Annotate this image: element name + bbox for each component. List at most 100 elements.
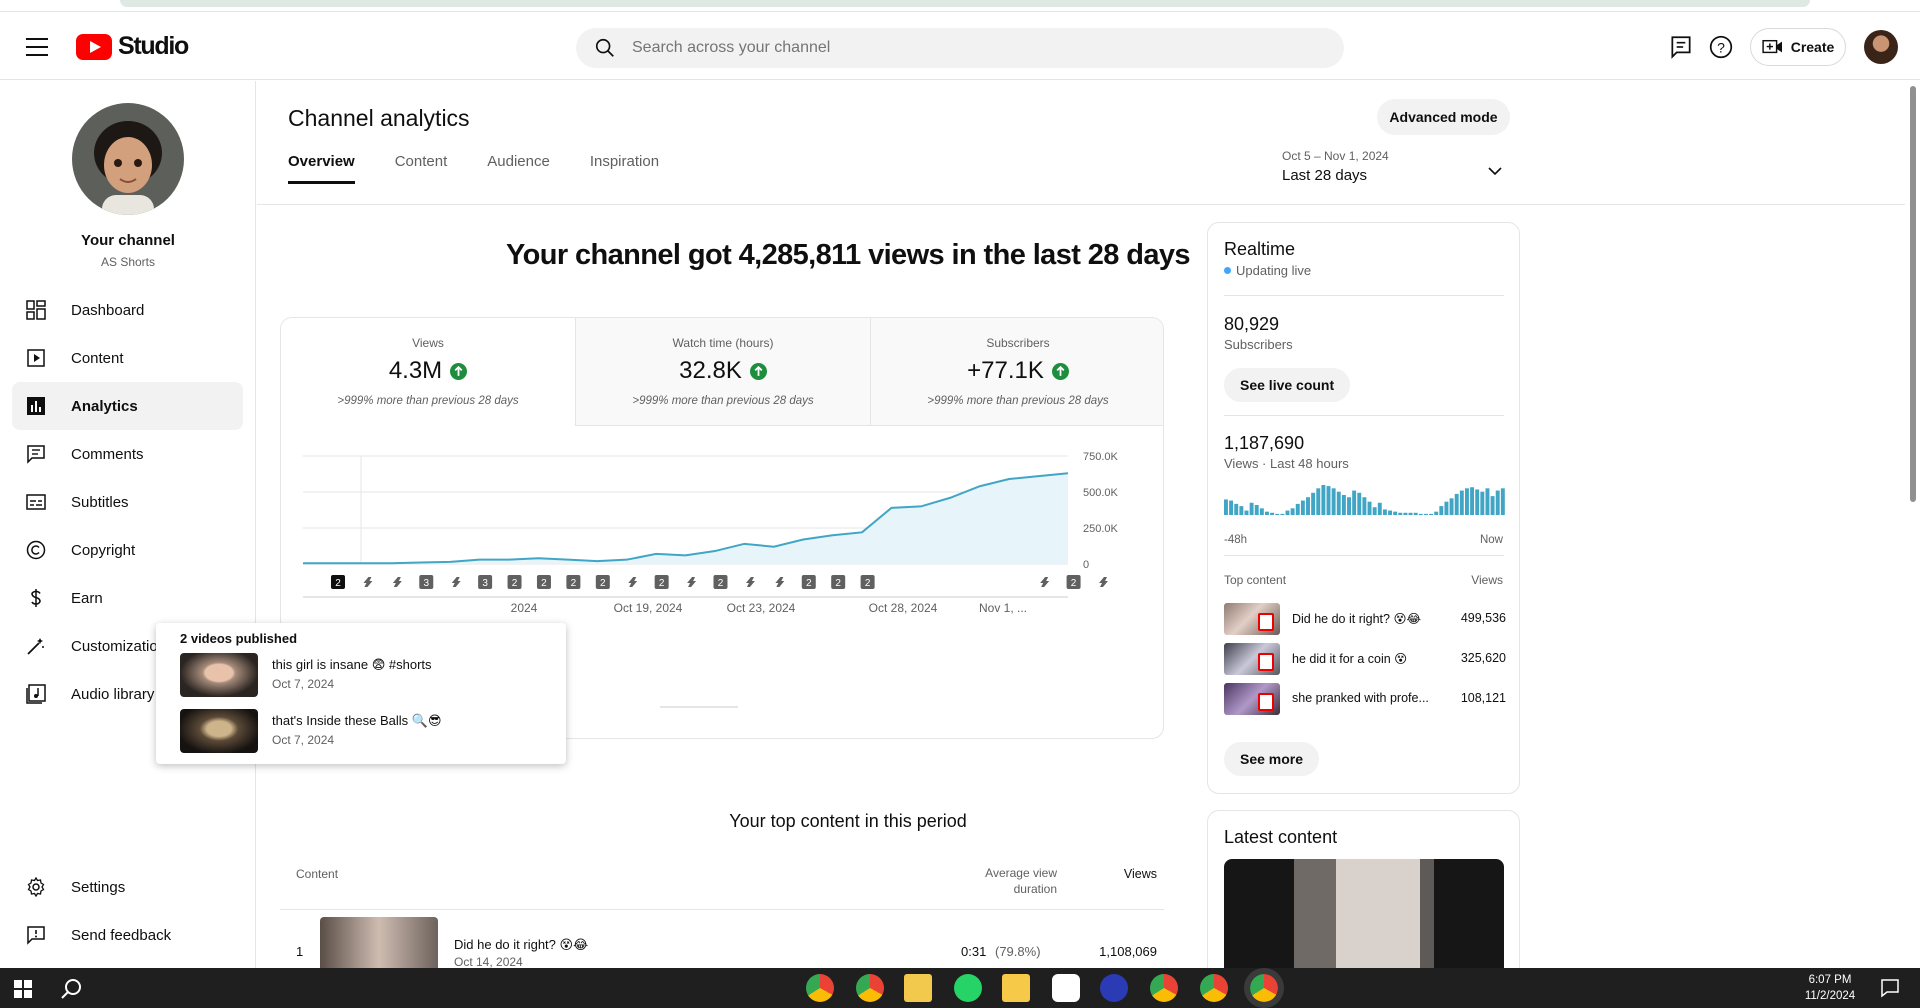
search-input[interactable] (632, 28, 1312, 68)
latest-content-title: Latest content (1224, 827, 1338, 847)
taskbar-clock[interactable]: 6:07 PM 11/2/2024 (1790, 972, 1870, 1004)
sidebar-item-dashboard[interactable]: Dashboard (12, 286, 243, 334)
tooltip-video-item[interactable]: this girl is insane 😨 #shorts Oct 7, 202… (180, 653, 560, 699)
realtime-bar (1449, 498, 1454, 515)
file-explorer-icon[interactable] (904, 974, 932, 1002)
realtime-bar (1300, 500, 1305, 515)
metric-note: >999% more than previous 28 days (337, 395, 519, 407)
realtime-views-value: 1,187,690 (1224, 433, 1305, 453)
realtime-bar (1311, 492, 1316, 515)
top-content-item[interactable]: she pranked with profe... 108,121 (1224, 683, 1506, 715)
realtime-bar (1393, 511, 1398, 515)
metric-views[interactable]: Views 4.3M >999% more than previous 28 d… (281, 318, 575, 426)
sidebar-item-earn[interactable]: Earn (12, 574, 243, 622)
realtime-bar (1398, 512, 1403, 515)
sidebar-item-send-feedback[interactable]: Send feedback (12, 911, 243, 959)
realtime-bar (1423, 513, 1428, 515)
chrome-profile-icon[interactable] (1200, 974, 1228, 1002)
chrome-icon[interactable] (806, 974, 834, 1002)
sidebar-item-settings[interactable]: Settings (12, 863, 243, 911)
app-icon[interactable] (1100, 974, 1128, 1002)
sidebar-item-content[interactable]: Content (12, 334, 243, 382)
copyright-icon (24, 538, 48, 562)
sidebar-item-comments[interactable]: Comments (12, 430, 243, 478)
account-avatar[interactable] (1864, 30, 1898, 64)
realtime-subscribers-label: Subscribers (1224, 337, 1293, 352)
row-views: 1,108,069 (1099, 944, 1157, 959)
see-more-button[interactable]: See more (1224, 742, 1320, 776)
search-bar[interactable] (576, 28, 1344, 68)
metric-note: >999% more than previous 28 days (927, 395, 1109, 407)
col-header-content: Content (296, 867, 339, 881)
tab-inspiration[interactable]: Inspiration (590, 153, 659, 184)
messages-icon[interactable] (1668, 34, 1694, 60)
browser-top-strip (0, 0, 1920, 12)
chevron-down-icon[interactable] (1487, 163, 1503, 179)
chrome-profile-icon[interactable] (856, 974, 884, 1002)
page-title: Channel analytics (288, 105, 470, 131)
sticky-notes-icon[interactable] (1002, 974, 1030, 1002)
y-tick-label: 750.0K (1083, 451, 1119, 463)
realtime-bar (1459, 490, 1464, 515)
top-content-item[interactable]: he did it for a coin 😵 325,620 (1224, 643, 1506, 675)
metric-subscribers[interactable]: Subscribers +77.1K >999% more than previ… (870, 318, 1163, 426)
y-tick-label: 500.0K (1083, 487, 1119, 499)
date-range-selector[interactable]: Oct 5 – Nov 1, 2024 Last 28 days (1282, 149, 1389, 184)
studio-logo[interactable]: Studio (76, 32, 189, 61)
capcut-icon[interactable] (1052, 974, 1080, 1002)
advanced-mode-button[interactable]: Advanced mode (1377, 99, 1510, 135)
realtime-bar (1475, 489, 1480, 515)
whatsapp-icon[interactable] (954, 974, 982, 1002)
see-live-count-button[interactable]: See live count (1224, 368, 1351, 402)
windows-start-icon[interactable] (14, 980, 32, 998)
help-icon[interactable]: ? (1708, 34, 1734, 60)
metric-watch-time[interactable]: Watch time (hours) 32.8K >999% more than… (575, 318, 870, 426)
shorts-marker-icon (1099, 577, 1108, 587)
sidebar-item-label: Copyright (71, 541, 136, 559)
sidebar-item-subtitles[interactable]: Subtitles (12, 478, 243, 526)
tab-audience[interactable]: Audience (487, 153, 550, 184)
realtime-bar (1244, 510, 1249, 515)
videos-published-tooltip: 2 videos published this girl is insane 😨… (156, 623, 566, 764)
live-dot-icon (1224, 267, 1231, 274)
divider (1224, 415, 1504, 416)
realtime-bar (1316, 488, 1321, 515)
publish-marker-count: 2 (335, 578, 341, 589)
search-icon (595, 38, 614, 57)
chrome-active-icon[interactable] (1244, 968, 1284, 1008)
notifications-icon[interactable] (1880, 978, 1900, 998)
shorts-marker-icon (687, 577, 697, 587)
latest-video-thumbnail[interactable] (1224, 859, 1504, 969)
tab-content[interactable]: Content (395, 153, 448, 184)
realtime-bar (1413, 512, 1418, 515)
date-range-label: Last 28 days (1282, 167, 1368, 184)
tooltip-video-item[interactable]: that's Inside these Balls 🔍😎 Oct 7, 2024 (180, 709, 560, 755)
row-title[interactable]: Did he do it right? 😵😂 (454, 937, 588, 953)
sidebar-item-label: Dashboard (71, 301, 145, 319)
col-header-avg-duration: Average view duration (985, 866, 1057, 896)
sidebar-item-copyright[interactable]: Copyright (12, 526, 243, 574)
taskbar-search-icon[interactable] (60, 978, 82, 1000)
top-content-views: 108,121 (1460, 691, 1506, 705)
y-tick-label: 250.0K (1083, 523, 1119, 535)
publish-marker-count: 2 (718, 578, 724, 589)
tooltip-video-date: Oct 7, 2024 (272, 733, 335, 747)
channel-avatar[interactable] (72, 103, 184, 215)
create-button[interactable]: Create (1750, 28, 1846, 66)
realtime-status: Updating live (1224, 263, 1311, 278)
realtime-bar (1382, 509, 1387, 515)
sidebar-item-label: Settings (71, 878, 126, 896)
menu-icon[interactable] (26, 38, 48, 62)
tab-overview[interactable]: Overview (288, 153, 355, 184)
video-thumbnail (180, 653, 258, 697)
arrow-up-icon (1051, 362, 1069, 380)
scrollbar-thumb[interactable] (1910, 86, 1916, 502)
realtime-bar (1357, 492, 1362, 515)
shorts-marker-icon (775, 577, 785, 587)
row-thumbnail[interactable] (320, 917, 438, 968)
realtime-bar-chart[interactable] (1224, 483, 1506, 515)
chrome-profile-icon[interactable] (1150, 974, 1178, 1002)
row-duration: 0:31 (961, 944, 987, 959)
sidebar-item-analytics[interactable]: Analytics (12, 382, 243, 430)
top-content-item[interactable]: Did he do it right? 😵😂 499,536 (1224, 603, 1506, 635)
